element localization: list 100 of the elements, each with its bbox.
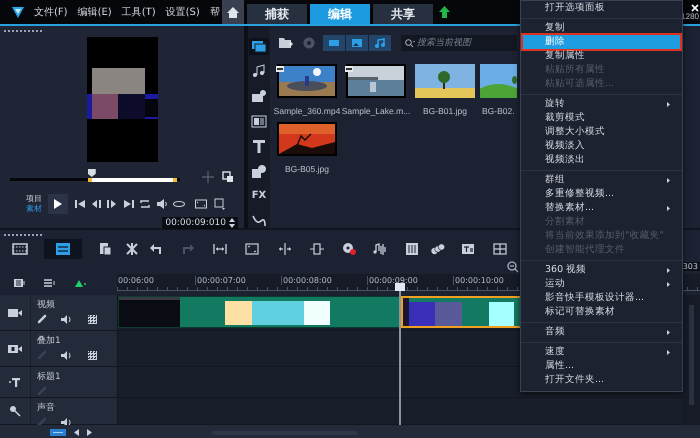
video-clip[interactable] [118, 296, 401, 328]
track-manager-icon[interactable] [14, 278, 26, 288]
next-frame-icon[interactable] [106, 198, 118, 210]
menu-item[interactable]: 替换素材... [523, 201, 680, 215]
search-icon [405, 39, 415, 48]
grid-icon[interactable] [493, 242, 507, 256]
chapter-icon[interactable] [44, 278, 56, 288]
home-icon [227, 6, 239, 18]
previous-frame-icon[interactable] [91, 198, 103, 210]
menu-item[interactable]: 帮 [210, 5, 220, 19]
track-name: 标题1 [37, 370, 61, 384]
checker-icon[interactable] [88, 314, 97, 324]
photo-filter-button[interactable] [346, 35, 368, 51]
playhead-handle[interactable] [88, 169, 96, 177]
menu-item[interactable]: 复制 [523, 21, 680, 35]
audio-filter-button[interactable] [369, 35, 391, 51]
menu-item[interactable]: 裁剪模式 [523, 111, 680, 125]
scrollbar[interactable] [683, 295, 700, 426]
menu-item[interactable]: 标记可替换素材 [523, 305, 680, 319]
menu-item[interactable]: 工具(T) [122, 5, 156, 19]
tab[interactable]: 共享 [373, 4, 433, 24]
frame-icon[interactable] [245, 242, 259, 256]
title-icon[interactable] [461, 242, 475, 256]
menu-item[interactable]: 复制属性 [523, 49, 680, 63]
zoom-tracks-icon[interactable] [50, 429, 66, 436]
add-folder-icon[interactable] [279, 37, 293, 49]
mixer-icon[interactable] [405, 242, 419, 256]
menu-item[interactable]: 打开文件夹... [523, 373, 680, 387]
video-filter-button[interactable] [323, 35, 345, 51]
volume-icon[interactable] [156, 198, 168, 210]
menu-item[interactable]: 视频淡出 [523, 153, 680, 167]
circles-icon[interactable] [431, 242, 445, 256]
graphic-icon[interactable] [249, 163, 269, 180]
skip-end-icon[interactable] [123, 198, 135, 210]
mode-label[interactable]: 素材 [26, 204, 46, 214]
grip-handle[interactable] [4, 30, 42, 32]
file-name: BG-B02. [482, 106, 515, 116]
menu-item[interactable]: 编辑(E) [78, 5, 112, 19]
video-icon [328, 38, 340, 48]
media-thumbnail[interactable]: BG-B02. [480, 64, 517, 116]
menu-item[interactable]: 设置(S) [166, 5, 200, 19]
transition-icon[interactable] [249, 113, 269, 130]
menu-item[interactable]: 调整大小模式 [523, 125, 680, 139]
play-icon [54, 199, 62, 209]
checker-icon[interactable] [88, 350, 97, 360]
media-thumbnail[interactable]: Sample_Lake.m... [342, 64, 410, 116]
video-badge-icon [276, 66, 284, 72]
repeat-icon[interactable] [139, 198, 151, 210]
menu-item[interactable]: 影音快手模板设计器... [523, 291, 680, 305]
zoom-out-icon[interactable] [507, 260, 519, 273]
speaker-icon[interactable] [61, 418, 72, 427]
timecode-field[interactable]: 00:00:09:010 [162, 217, 238, 229]
instant-project-icon[interactable] [249, 88, 269, 105]
crop-icon[interactable] [214, 198, 226, 210]
tab[interactable]: 捕获 [247, 4, 307, 24]
media-thumbnail[interactable]: BG-B01.jpg [411, 64, 479, 116]
grip-handle[interactable] [4, 234, 42, 236]
playhead[interactable] [395, 283, 405, 425]
menu-item[interactable]: 文件(F) [34, 5, 68, 19]
speaker-icon[interactable] [61, 314, 72, 324]
split-arrows-icon[interactable] [278, 242, 292, 256]
timeline-icon [55, 242, 71, 256]
logo-icon[interactable] [11, 5, 25, 19]
menu-item[interactable]: 速度 [523, 345, 680, 359]
menu-item[interactable]: 群组 [523, 173, 680, 187]
menu-item[interactable]: 视频淡入 [523, 139, 680, 153]
menu-item[interactable]: 旋转 [523, 97, 680, 111]
clip-copy-icon[interactable] [98, 242, 112, 256]
right-arrow-icon[interactable] [87, 429, 92, 436]
speaker-icon[interactable] [61, 350, 72, 360]
vr-icon[interactable] [173, 198, 185, 210]
media-icon[interactable] [249, 38, 269, 55]
close-icon[interactable] [691, 4, 699, 12]
skip-start-icon[interactable] [74, 198, 86, 210]
fit-width-icon[interactable] [213, 242, 227, 256]
menu-item[interactable]: 音频 [523, 325, 680, 339]
tools-icon[interactable] [125, 242, 139, 256]
copy-icon[interactable] [222, 171, 234, 183]
search-field[interactable]: 搜索当前视图 [401, 35, 517, 51]
left-arrow-icon[interactable] [74, 429, 79, 436]
timeline-view-button[interactable] [44, 238, 82, 259]
filter-category[interactable]: FX [250, 188, 268, 204]
marker-icon[interactable] [74, 278, 86, 288]
media-thumbnail[interactable]: Sample_360.mp4 [273, 64, 341, 116]
storyboard-icon [12, 242, 28, 256]
undo-icon[interactable] [149, 242, 163, 256]
media-thumbnail[interactable]: BG-B05.jpg [273, 122, 341, 174]
upload-icon[interactable] [439, 6, 450, 18]
record-icon[interactable] [342, 242, 356, 256]
menu-item[interactable]: 多重修整视频... [523, 187, 680, 201]
aspect-icon[interactable] [195, 198, 207, 210]
menu-item[interactable]: 属性... [523, 359, 680, 373]
split-icon[interactable] [202, 171, 214, 183]
music-icon[interactable] [373, 242, 387, 256]
menu-item[interactable]: 打开选项面板 [523, 1, 680, 15]
home-button[interactable] [222, 0, 244, 24]
expand-icon[interactable] [310, 242, 324, 256]
mode-label[interactable]: 项目 [26, 194, 46, 204]
spinner-icon[interactable] [229, 218, 235, 228]
play-button[interactable] [48, 194, 68, 214]
